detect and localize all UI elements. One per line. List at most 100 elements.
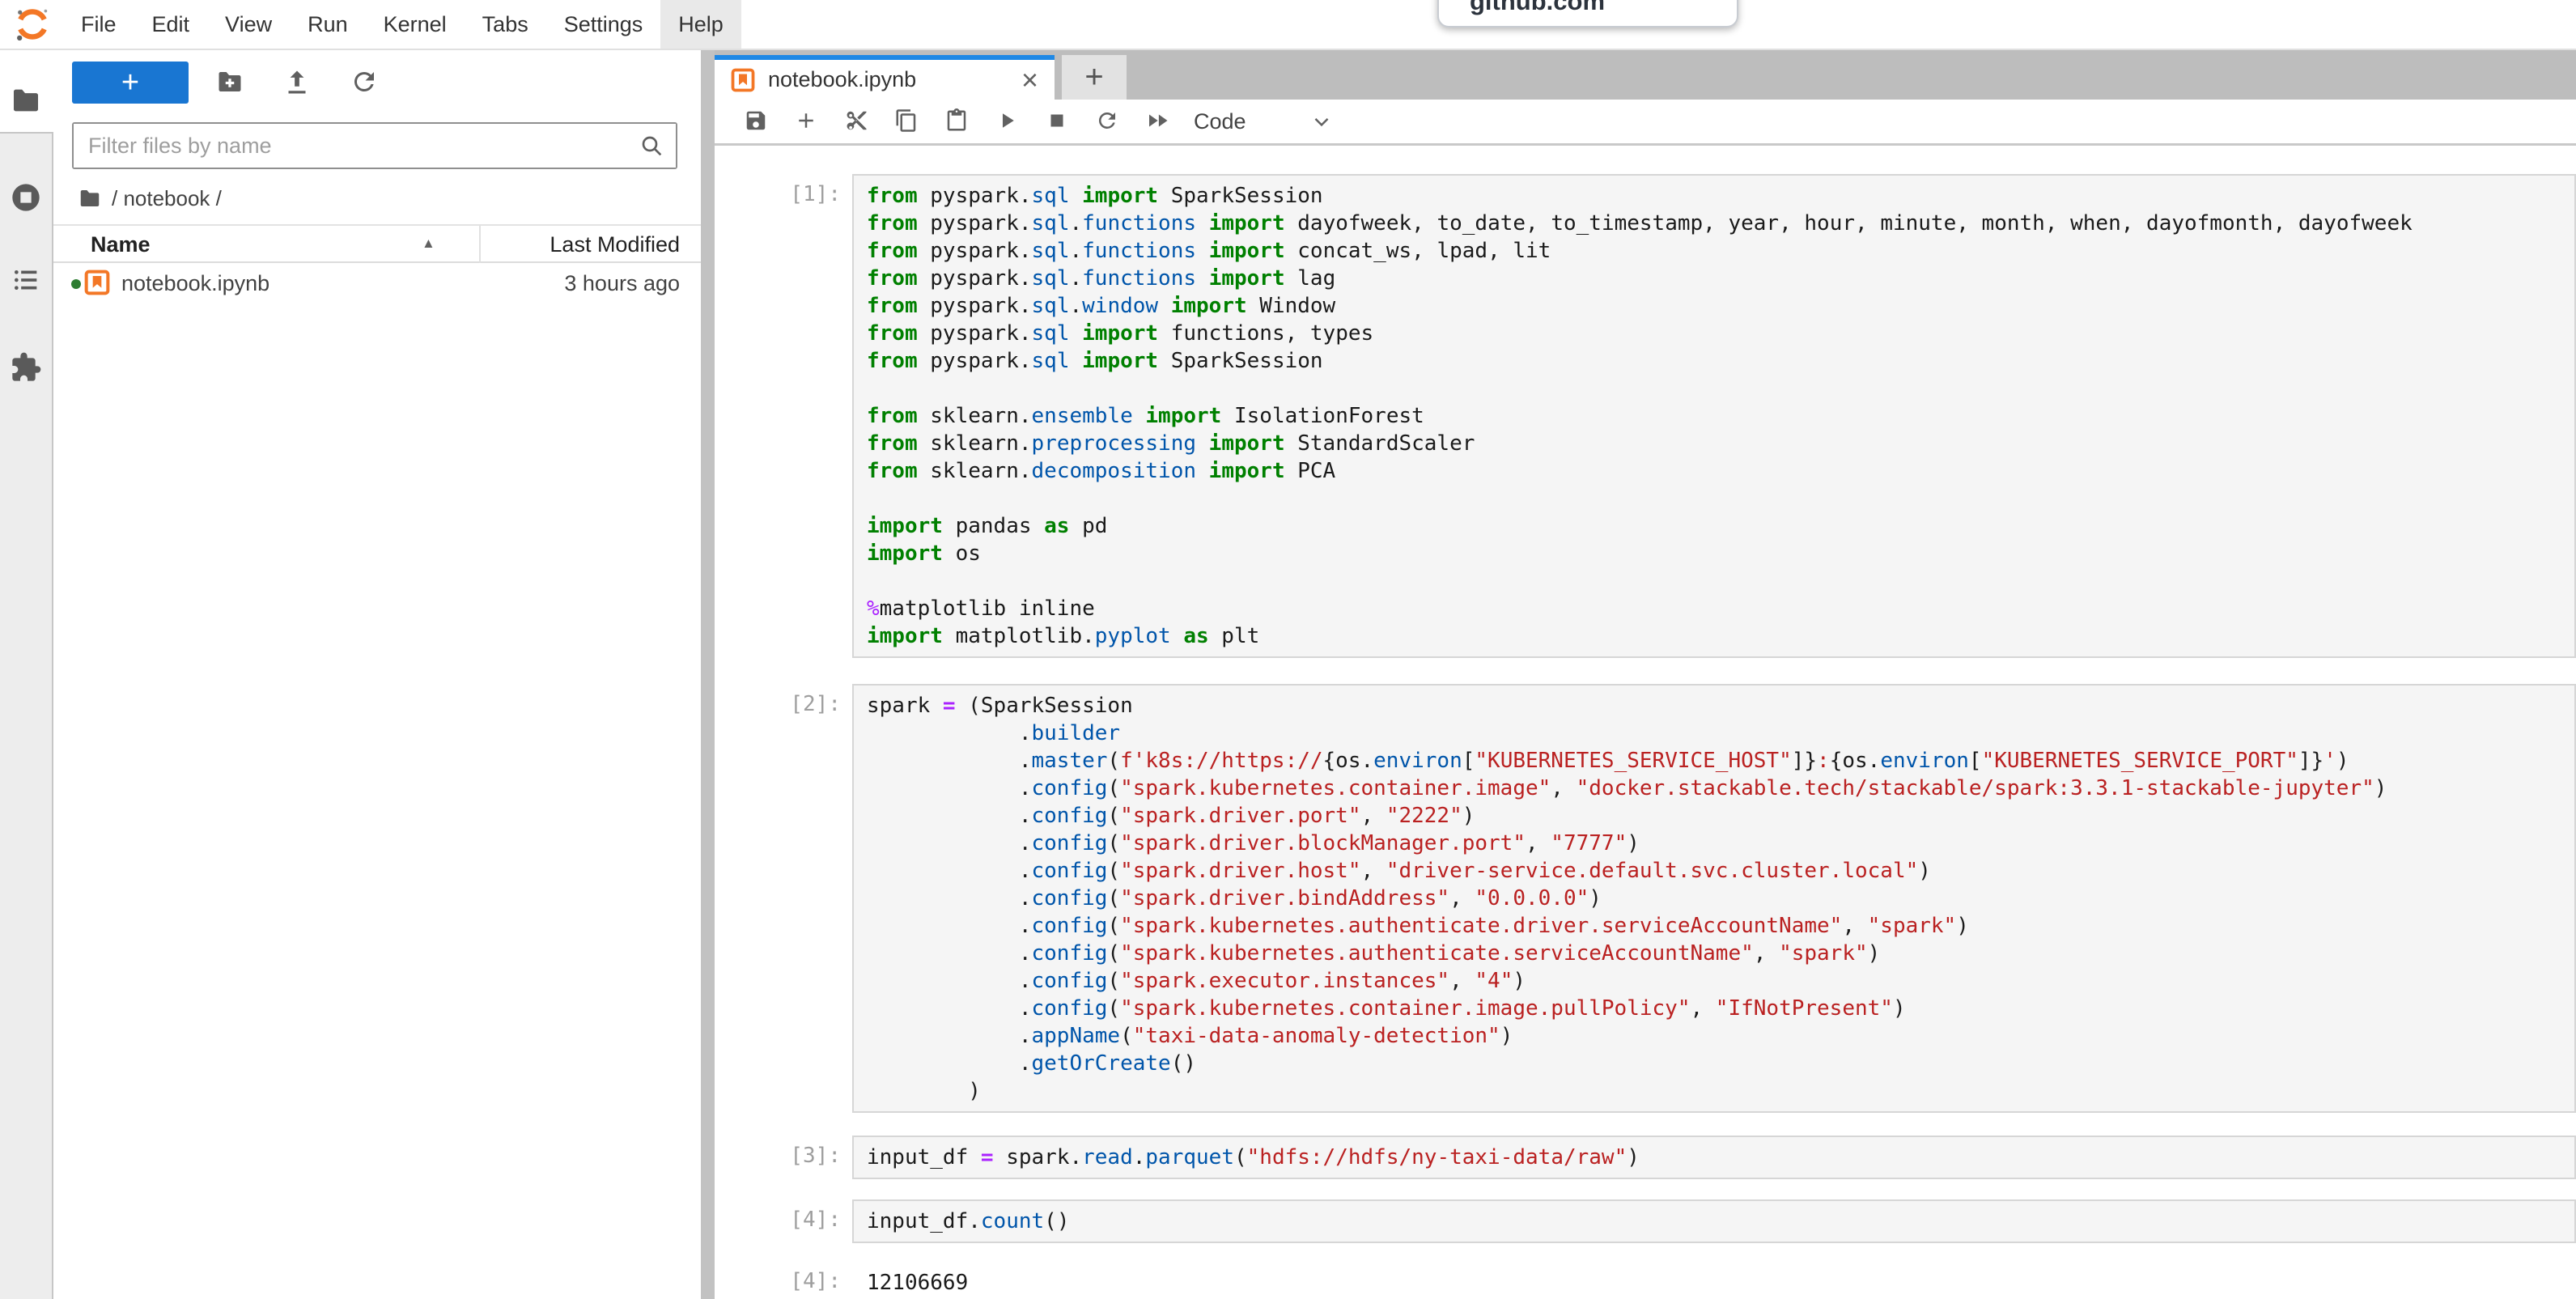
filter-files-input[interactable]: [74, 124, 676, 168]
column-divider: [479, 226, 481, 263]
stop-icon: [1045, 108, 1069, 135]
file-browser-panel: + / notebook / Name ▲ Last Modified note…: [53, 50, 701, 1299]
menu-item-file[interactable]: File: [63, 0, 134, 49]
puzzle-icon: [10, 351, 42, 384]
code-line: .config("spark.driver.blockManager.port"…: [867, 830, 2574, 857]
code-line: from pyspark.sql import SparkSession: [867, 347, 2574, 375]
popup-text: github.com: [1470, 0, 1605, 16]
menu-item-help[interactable]: Help: [660, 0, 741, 49]
upload-button[interactable]: [279, 65, 315, 100]
code-line: input_df.count(): [867, 1208, 2574, 1235]
restart-run-all-button[interactable]: [1132, 104, 1182, 139]
new-folder-icon: [215, 67, 244, 99]
main-dock-panel: notebook.ipynb×+ Code [1]:from pyspark.s…: [715, 50, 2576, 1299]
code-cell: [4]: input_df.count(): [715, 1199, 2576, 1243]
code-line: from sklearn.ensemble import IsolationFo…: [867, 402, 2574, 430]
execution-count: [3]:: [715, 1136, 852, 1168]
cell-editor[interactable]: from pyspark.sql import SparkSessionfrom…: [852, 174, 2576, 658]
file-name: notebook.ipynb: [121, 271, 269, 296]
cell-type-dropdown[interactable]: Code: [1194, 109, 1246, 134]
home-folder-icon[interactable]: [78, 186, 102, 210]
code-line: from sklearn.preprocessing import Standa…: [867, 430, 2574, 457]
file-list-header: Name ▲ Last Modified: [53, 224, 701, 263]
copy-icon: [894, 108, 919, 135]
list-icon: [10, 264, 42, 296]
refresh-button[interactable]: [346, 65, 382, 100]
cell-editor[interactable]: input_df.count(): [852, 1199, 2576, 1243]
execution-count: [4]:: [715, 1199, 852, 1232]
tab-notebook-ipynb[interactable]: notebook.ipynb×: [715, 55, 1055, 100]
code-line: .builder: [867, 720, 2574, 747]
code-cell: [1]:from pyspark.sql import SparkSession…: [715, 174, 2576, 658]
fast-forward-icon: [1145, 108, 1169, 135]
menu-items: FileEditViewRunKernelTabsSettingsHelp: [63, 0, 741, 49]
code-line: [867, 375, 2574, 402]
code-line: import pandas as pd: [867, 512, 2574, 540]
code-line: from pyspark.sql import functions, types: [867, 320, 2574, 347]
sort-ascending-icon: ▲: [422, 236, 435, 252]
notebook-content: [1]:from pyspark.sql import SparkSession…: [715, 148, 2576, 1299]
copy-cells-button[interactable]: [881, 104, 932, 139]
file-row[interactable]: notebook.ipynb 3 hours ago: [53, 263, 701, 305]
add-cell-icon: [794, 108, 818, 135]
code-line: .config("spark.kubernetes.container.imag…: [867, 775, 2574, 802]
new-launcher-button[interactable]: +: [72, 62, 189, 104]
running-indicator: [71, 279, 81, 289]
restart-kernel-button[interactable]: [1082, 104, 1132, 139]
notebook-icon: [84, 270, 110, 295]
interrupt-kernel-button[interactable]: [1032, 104, 1082, 139]
code-line: [867, 567, 2574, 595]
code-line: import matplotlib.pyplot as plt: [867, 622, 2574, 650]
column-header-last-modified[interactable]: Last Modified: [550, 232, 680, 257]
add-cell-button[interactable]: [781, 104, 831, 139]
file-last-modified: 3 hours ago: [564, 271, 680, 296]
sidebar-tab-extension-manager[interactable]: [0, 342, 52, 393]
cell-editor[interactable]: input_df = spark.read.parquet("hdfs://hd…: [852, 1136, 2576, 1179]
code-line: spark = (SparkSession: [867, 692, 2574, 720]
cut-cells-button[interactable]: [831, 104, 881, 139]
restart-icon: [1095, 108, 1119, 135]
breadcrumb-path[interactable]: / notebook /: [112, 186, 222, 211]
menu-item-tabs[interactable]: Tabs: [465, 0, 546, 49]
code-line: from pyspark.sql.window import Window: [867, 292, 2574, 320]
code-line: %matplotlib inline: [867, 595, 2574, 622]
code-line: from pyspark.sql import SparkSession: [867, 182, 2574, 210]
panel-splitter[interactable]: [701, 50, 715, 1299]
chevron-down-icon[interactable]: [1309, 109, 1334, 134]
menu-item-kernel[interactable]: Kernel: [366, 0, 465, 49]
menu-item-edit[interactable]: Edit: [134, 0, 208, 49]
save-button[interactable]: [731, 104, 781, 139]
menu-item-settings[interactable]: Settings: [546, 0, 661, 49]
code-line: .config("spark.driver.bindAddress", "0.0…: [867, 885, 2574, 912]
paste-icon: [944, 108, 969, 135]
run-cell-button[interactable]: [982, 104, 1032, 139]
code-line: import os: [867, 540, 2574, 567]
menu-item-run[interactable]: Run: [290, 0, 366, 49]
upload-icon: [282, 67, 312, 99]
code-line: input_df = spark.read.parquet("hdfs://hd…: [867, 1144, 2574, 1171]
code-cell: [2]:spark = (SparkSession .builder .mast…: [715, 684, 2576, 1113]
code-line: .config("spark.kubernetes.container.imag…: [867, 995, 2574, 1022]
menu-item-view[interactable]: View: [207, 0, 290, 49]
code-line: from pyspark.sql.functions import concat…: [867, 237, 2574, 265]
close-icon[interactable]: ×: [1021, 66, 1038, 95]
breadcrumb: / notebook /: [78, 182, 222, 214]
new-folder-button[interactable]: [212, 65, 248, 100]
code-line: from sklearn.decomposition import PCA: [867, 457, 2574, 485]
folder-icon: [10, 84, 42, 117]
sidebar-tab-file-browser[interactable]: [0, 74, 52, 126]
activity-bar: [0, 50, 53, 1299]
column-header-name[interactable]: Name: [91, 232, 151, 257]
jupyterlab-window: FileEditViewRunKernelTabsSettingsHelp gi…: [0, 0, 2576, 1299]
cell-editor[interactable]: spark = (SparkSession .builder .master(f…: [852, 684, 2576, 1113]
new-tab-button[interactable]: +: [1062, 55, 1127, 100]
code-cell: [3]: input_df = spark.read.parquet("hdfs:…: [715, 1136, 2576, 1179]
sidebar-tab-table-of-contents[interactable]: [0, 254, 52, 306]
code-line: .config("spark.executor.instances", "4"): [867, 967, 2574, 995]
code-line: .config("spark.driver.host", "driver-ser…: [867, 857, 2574, 885]
sidebar-tab-running-sessions[interactable]: [0, 172, 52, 223]
paste-cells-button[interactable]: [932, 104, 982, 139]
run-icon: [995, 108, 1019, 135]
output-prompt: [4]:: [715, 1261, 852, 1293]
code-line: ): [867, 1077, 2574, 1105]
